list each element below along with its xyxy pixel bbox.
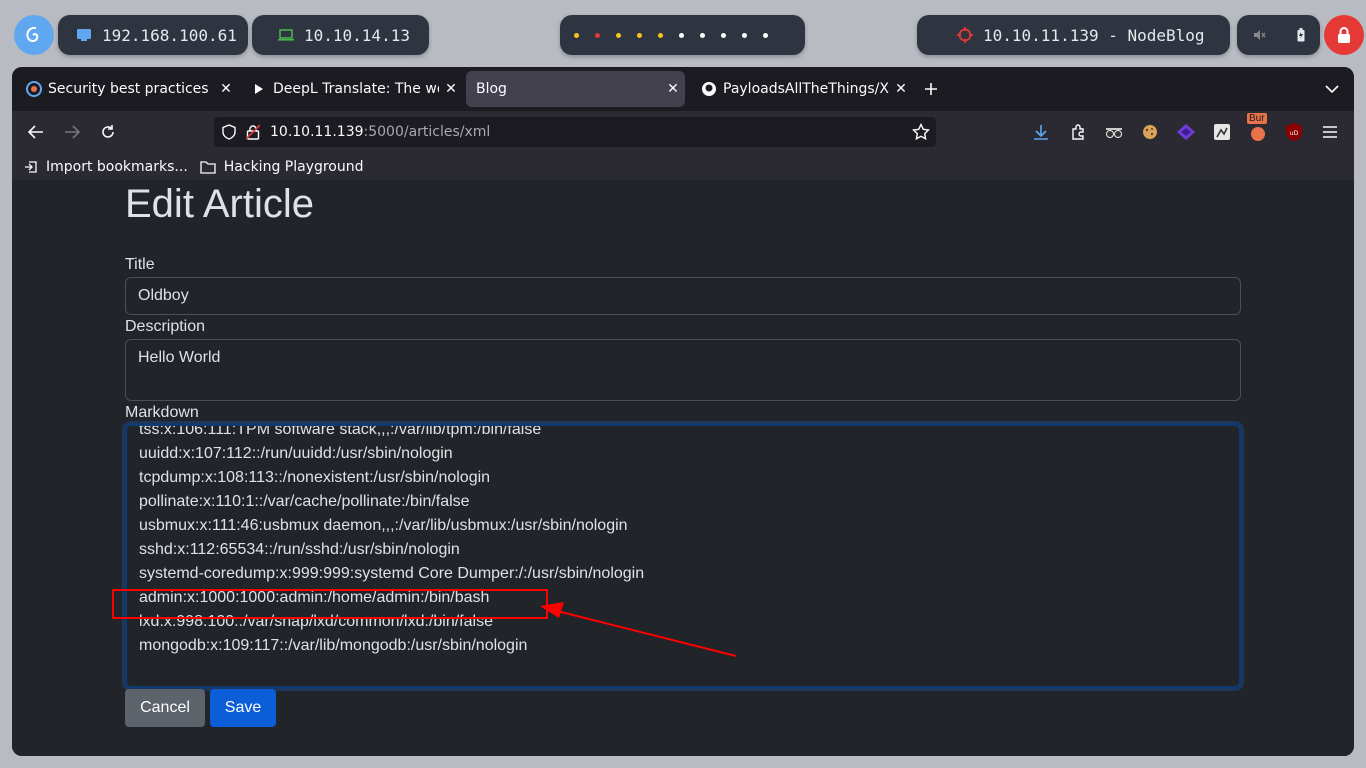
- github-icon: [701, 81, 717, 97]
- url-bar[interactable]: 10.10.11.139:5000/articles/xml: [214, 117, 936, 147]
- title-input[interactable]: Oldboy: [125, 277, 1241, 315]
- bookmarks-toolbar: Import bookmarks... Hacking Playground: [12, 153, 1354, 180]
- ublock-origin-icon[interactable]: uD: [1283, 121, 1305, 143]
- tab-payloads[interactable]: PayloadsAllTheThings/XX ✕: [691, 71, 913, 107]
- tab-security[interactable]: Security best practices | ✕: [16, 71, 238, 107]
- markdown-textarea[interactable]: tss:x:106:111:TPM software stack,,,:/var…: [125, 424, 1241, 688]
- list-tabs-chevron-icon[interactable]: [1322, 79, 1342, 99]
- monitor-icon: [76, 28, 92, 42]
- url-host: 10.10.11.139: [270, 124, 364, 140]
- vpn-ip-pill: 10.10.14.13: [252, 15, 429, 55]
- markdown-line: mongodb:x:109:117::/var/lib/mongodb:/usr…: [139, 637, 528, 654]
- desktop-top-bar: 192.168.100.61 10.10.14.13 10.10.11.139 …: [0, 0, 1366, 68]
- battery-icon: [1297, 28, 1305, 42]
- bookmark-label: Import bookmarks...: [46, 158, 188, 175]
- markdown-line: pollinate:x:110:1::/var/cache/pollinate:…: [139, 493, 470, 510]
- markdown-content: tss:x:106:111:TPM software stack,,,:/var…: [139, 424, 645, 658]
- workspace-indicator-10[interactable]: [763, 32, 768, 38]
- workspace-indicator-9[interactable]: [742, 32, 747, 38]
- burp-extension-icon[interactable]: Bur: [1247, 113, 1269, 143]
- spy-glasses-extension-icon[interactable]: [1103, 121, 1125, 143]
- target-text: 10.10.11.139 - NodeBlog: [983, 25, 1205, 45]
- target-pill: 10.10.11.139 - NodeBlog: [917, 15, 1230, 55]
- markdown-line: systemd-coredump:x:999:999:systemd Core …: [139, 565, 645, 582]
- close-tab-icon[interactable]: ✕: [439, 81, 463, 97]
- mute-icon[interactable]: [1252, 28, 1266, 42]
- title-label: Title: [125, 256, 155, 273]
- workspace-indicator-4[interactable]: [637, 32, 642, 38]
- workspace-indicator-8[interactable]: [721, 32, 726, 38]
- new-tab-button[interactable]: [919, 77, 943, 101]
- tab-strip: Security best practices | ✕ DeepL Transl…: [12, 67, 1354, 111]
- lock-icon[interactable]: [1324, 15, 1364, 55]
- page-content: Edit Article Title Oldboy Description He…: [12, 180, 1354, 756]
- downloads-icon[interactable]: [1030, 121, 1052, 143]
- laptop-icon: [278, 29, 294, 41]
- page-title: Edit Article: [125, 182, 314, 226]
- tab-title: Blog: [476, 81, 507, 97]
- close-tab-icon[interactable]: ✕: [214, 81, 238, 97]
- tab-title: DeepL Translate: The wo: [273, 81, 439, 97]
- insecure-lock-icon[interactable]: [246, 124, 260, 140]
- wappalyzer-extension-icon[interactable]: [1175, 121, 1197, 143]
- security-tab-icon: [26, 81, 42, 97]
- reload-icon[interactable]: [95, 119, 121, 145]
- markdown-line: tss:x:106:111:TPM software stack,,,:/var…: [139, 424, 542, 438]
- burp-badge: Bur: [1247, 113, 1267, 124]
- save-button[interactable]: Save: [210, 689, 276, 727]
- workspaces-pill: [560, 15, 805, 55]
- forward-arrow-icon[interactable]: [59, 119, 85, 145]
- folder-icon: [200, 160, 220, 174]
- workspace-indicator-1[interactable]: [574, 32, 579, 38]
- back-arrow-icon[interactable]: [23, 119, 49, 145]
- markdown-line: uuidd:x:107:112::/run/uuidd:/usr/sbin/no…: [139, 445, 453, 462]
- navigation-toolbar: 10.10.11.139:5000/articles/xml Bur uD: [12, 111, 1354, 153]
- url-path: :5000/articles/xml: [363, 124, 491, 140]
- bookmark-folder-hacking-playground[interactable]: Hacking Playground: [200, 159, 364, 175]
- deepl-icon: [251, 81, 267, 97]
- tab-deepl[interactable]: DeepL Translate: The wo ✕: [241, 71, 463, 107]
- bookmark-star-icon[interactable]: [912, 123, 930, 141]
- tab-blog[interactable]: Blog ✕: [466, 71, 685, 107]
- markdown-line: usbmux:x:111:46:usbmux daemon,,,:/var/li…: [139, 517, 628, 534]
- description-label: Description: [125, 318, 206, 335]
- tab-title: Security best practices |: [48, 81, 214, 97]
- markdown-line: tcpdump:x:108:113::/nonexistent:/usr/sbi…: [139, 469, 491, 486]
- import-icon: [24, 160, 42, 174]
- workspace-indicator-2[interactable]: [595, 32, 600, 38]
- svg-text:uD: uD: [1290, 130, 1299, 137]
- extensions-puzzle-icon[interactable]: [1067, 121, 1089, 143]
- shield-icon[interactable]: [222, 124, 236, 140]
- close-tab-icon[interactable]: ✕: [889, 81, 913, 97]
- bookmark-import[interactable]: Import bookmarks...: [24, 159, 188, 175]
- local-ip-pill: 192.168.100.61: [58, 15, 248, 55]
- workspace-indicator-7[interactable]: [700, 32, 705, 38]
- workspace-indicator-6[interactable]: [679, 32, 684, 38]
- menu-hamburger-icon[interactable]: [1319, 121, 1341, 143]
- tab-title: PayloadsAllTheThings/XX: [723, 81, 889, 97]
- bookmark-label: Hacking Playground: [223, 158, 364, 175]
- description-textarea[interactable]: Hello World: [125, 339, 1241, 401]
- close-tab-icon[interactable]: ✕: [661, 81, 685, 97]
- highlight-box-annotation: [112, 589, 548, 619]
- workspace-indicator-3[interactable]: [616, 32, 621, 38]
- markdown-line: sshd:x:112:65534::/run/sshd:/usr/sbin/no…: [139, 541, 460, 558]
- debian-logo-icon[interactable]: [14, 15, 54, 55]
- target-crosshair-icon: [957, 27, 973, 43]
- workspace-indicator-5[interactable]: [658, 32, 663, 38]
- vpn-ip-text: 10.10.14.13: [304, 25, 410, 45]
- status-pill: [1237, 15, 1320, 55]
- local-ip-text: 192.168.100.61: [102, 25, 237, 45]
- cookie-extension-icon[interactable]: [1139, 121, 1161, 143]
- cancel-button[interactable]: Cancel: [125, 689, 205, 727]
- markdown-label: Markdown: [125, 404, 199, 421]
- foxyproxy-extension-icon[interactable]: [1211, 121, 1233, 143]
- browser-window: Security best practices | ✕ DeepL Transl…: [12, 67, 1354, 756]
